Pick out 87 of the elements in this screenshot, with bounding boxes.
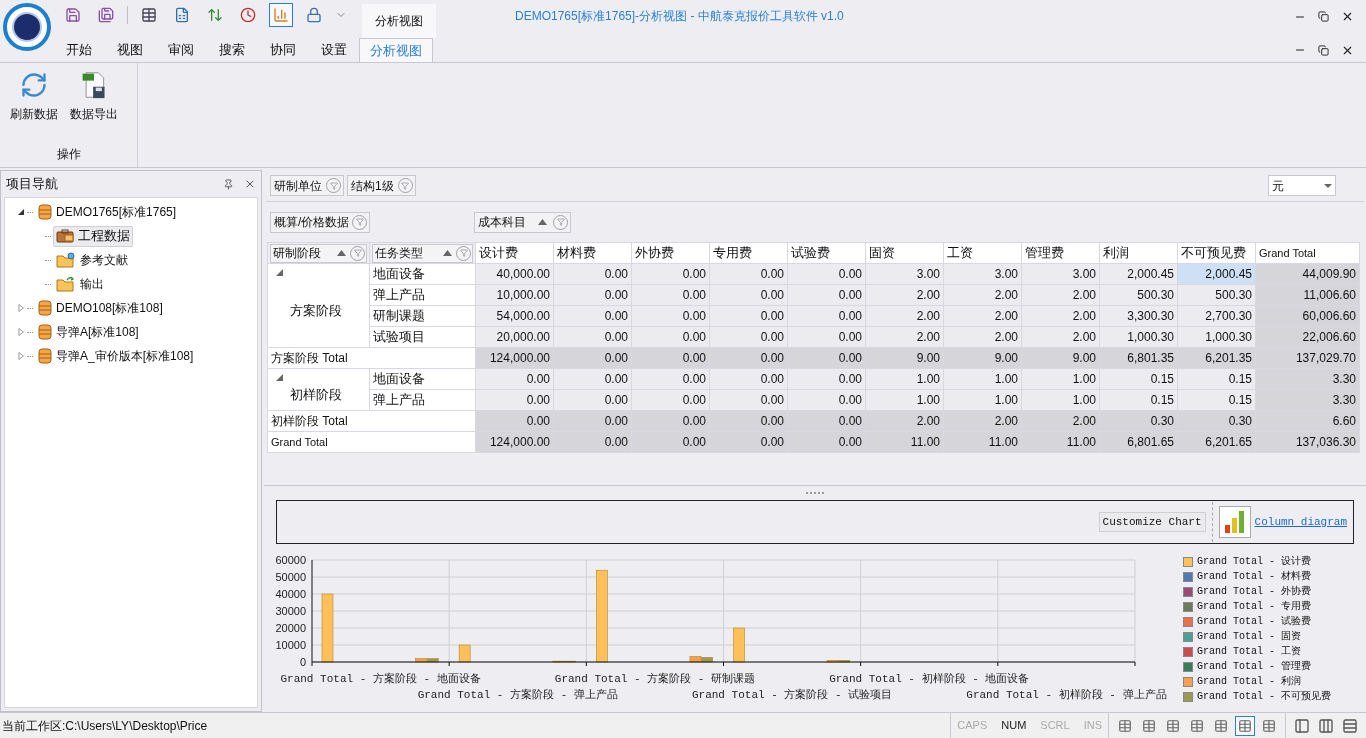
- table-cell: 124,000.00: [476, 348, 554, 369]
- table-cell: 124,000.00: [476, 432, 554, 453]
- table-cell: 0.00: [632, 348, 710, 369]
- table-cell: 6,801.35: [1100, 348, 1178, 369]
- table-cell: 0.00: [710, 411, 788, 432]
- legend-label: Grand Total - 外协费: [1197, 584, 1311, 599]
- table-cell: 6,801.65: [1100, 432, 1178, 453]
- table-cell: 9.00: [1022, 348, 1100, 369]
- legend-label: Grand Total - 不可预见费: [1197, 690, 1331, 704]
- table-cell: 0.00: [788, 432, 866, 453]
- column-header: 利润: [1100, 243, 1178, 264]
- category-label: Grand Total - 初样阶段 - 弹上产品: [966, 689, 1167, 701]
- table-cell: 2.00: [1022, 411, 1100, 432]
- legend-label: Grand Total - 设计费: [1197, 554, 1311, 569]
- table-cell: 11.00: [866, 432, 944, 453]
- column-header: 材料费: [554, 243, 632, 264]
- table-cell: 11.00: [944, 432, 1022, 453]
- row-header: 研制课题: [370, 306, 476, 327]
- legend-label: Grand Total - 材料费: [1197, 569, 1311, 584]
- table-cell: 9.00: [866, 348, 944, 369]
- row-header: 地面设备: [370, 369, 476, 390]
- table-cell: 0.00: [554, 411, 632, 432]
- table-cell: 0.00: [788, 348, 866, 369]
- category-label: Grand Total - 初样阶段 - 地面设备: [829, 673, 1030, 685]
- column-header: 外协费: [632, 243, 710, 264]
- row-header: 试验项目: [370, 327, 476, 348]
- category-label: Grand Total - 方案阶段 - 研制课题: [554, 673, 756, 685]
- axis-label: 30000: [275, 605, 306, 617]
- table-cell: 137,029.70: [1256, 348, 1360, 369]
- legend-label: Grand Total - 利润: [1197, 674, 1301, 689]
- status-text: 当前工作区:C:\Users\LY\Desktop\Price: [1, 717, 209, 735]
- table-cell: 0.00: [632, 411, 710, 432]
- table-cell: 137,036.30: [1256, 432, 1360, 453]
- status-indicator: NUM: [1001, 718, 1027, 734]
- table-cell: 2.00: [866, 411, 944, 432]
- row-header: 方案阶段 Total: [268, 348, 476, 369]
- legend-label: Grand Total - 试验费: [1197, 615, 1311, 629]
- column-header: 专用费: [710, 243, 788, 264]
- window-title: DEMO1765[标准1765]-分析视图 - 中航泰克报价工具软件 v1.0: [515, 8, 844, 25]
- row-header: 初样阶段: [290, 385, 342, 404]
- column-header: 工资: [944, 243, 1022, 264]
- axis-label: 0: [299, 656, 306, 668]
- legend-label: Grand Total - 管理费: [1197, 660, 1311, 674]
- row-header: 弹上产品: [370, 390, 476, 411]
- group-label: 操作: [55, 146, 82, 163]
- table-cell: 2.00: [944, 411, 1022, 432]
- row-header: 初样阶段 Total: [268, 411, 476, 432]
- table-cell: 6.60: [1256, 411, 1360, 432]
- table-cell: 6,201.65: [1178, 432, 1256, 453]
- category-label: Grand Total - 方案阶段 - 试验项目: [691, 689, 893, 701]
- legend-label: Grand Total - 固资: [1197, 630, 1301, 644]
- axis-label: 60000: [275, 554, 306, 566]
- table-cell: 0.30: [1100, 411, 1178, 432]
- panel-title: 项目导航: [6, 175, 59, 194]
- table-cell: 0.00: [710, 432, 788, 453]
- row-header: 方案阶段: [290, 301, 342, 320]
- row-header: 地面设备: [370, 264, 476, 285]
- axis-label: 20000: [275, 622, 306, 634]
- status-indicator: SCRL: [1040, 718, 1070, 734]
- legend-label: Grand Total - 专用费: [1197, 600, 1311, 614]
- category-label: Grand Total - 方案阶段 - 弹上产品: [417, 689, 618, 701]
- column-header: 管理费: [1022, 243, 1100, 264]
- axis-label: 50000: [275, 571, 306, 583]
- table-cell: 9.00: [944, 348, 1022, 369]
- column-header: 不可预见费: [1178, 243, 1256, 264]
- axis-label: 40000: [275, 588, 306, 600]
- column-header: Grand Total: [1256, 243, 1360, 264]
- table-cell: 11.00: [1022, 432, 1100, 453]
- row-header: Grand Total: [268, 432, 476, 453]
- status-indicator: INS: [1083, 718, 1102, 734]
- table-cell: 0.00: [788, 411, 866, 432]
- row-header: 弹上产品: [370, 285, 476, 306]
- table-cell: 0.00: [476, 411, 554, 432]
- column-header: 试验费: [788, 243, 866, 264]
- table-cell: 0.00: [710, 348, 788, 369]
- axis-label: 10000: [275, 639, 306, 651]
- legend-label: Grand Total - 工资: [1197, 645, 1301, 659]
- table-cell: 0.30: [1178, 411, 1256, 432]
- column-header: 设计费: [476, 243, 554, 264]
- table-cell: 0.00: [554, 348, 632, 369]
- status-indicator: CAPS: [957, 718, 988, 734]
- table-cell: 0.00: [554, 432, 632, 453]
- table-cell: 6,201.35: [1178, 348, 1256, 369]
- contextual-group-label: 分析视图: [375, 13, 423, 30]
- column-header: 固资: [866, 243, 944, 264]
- table-cell: 0.00: [632, 432, 710, 453]
- category-label: Grand Total - 方案阶段 - 地面设备: [280, 673, 481, 685]
